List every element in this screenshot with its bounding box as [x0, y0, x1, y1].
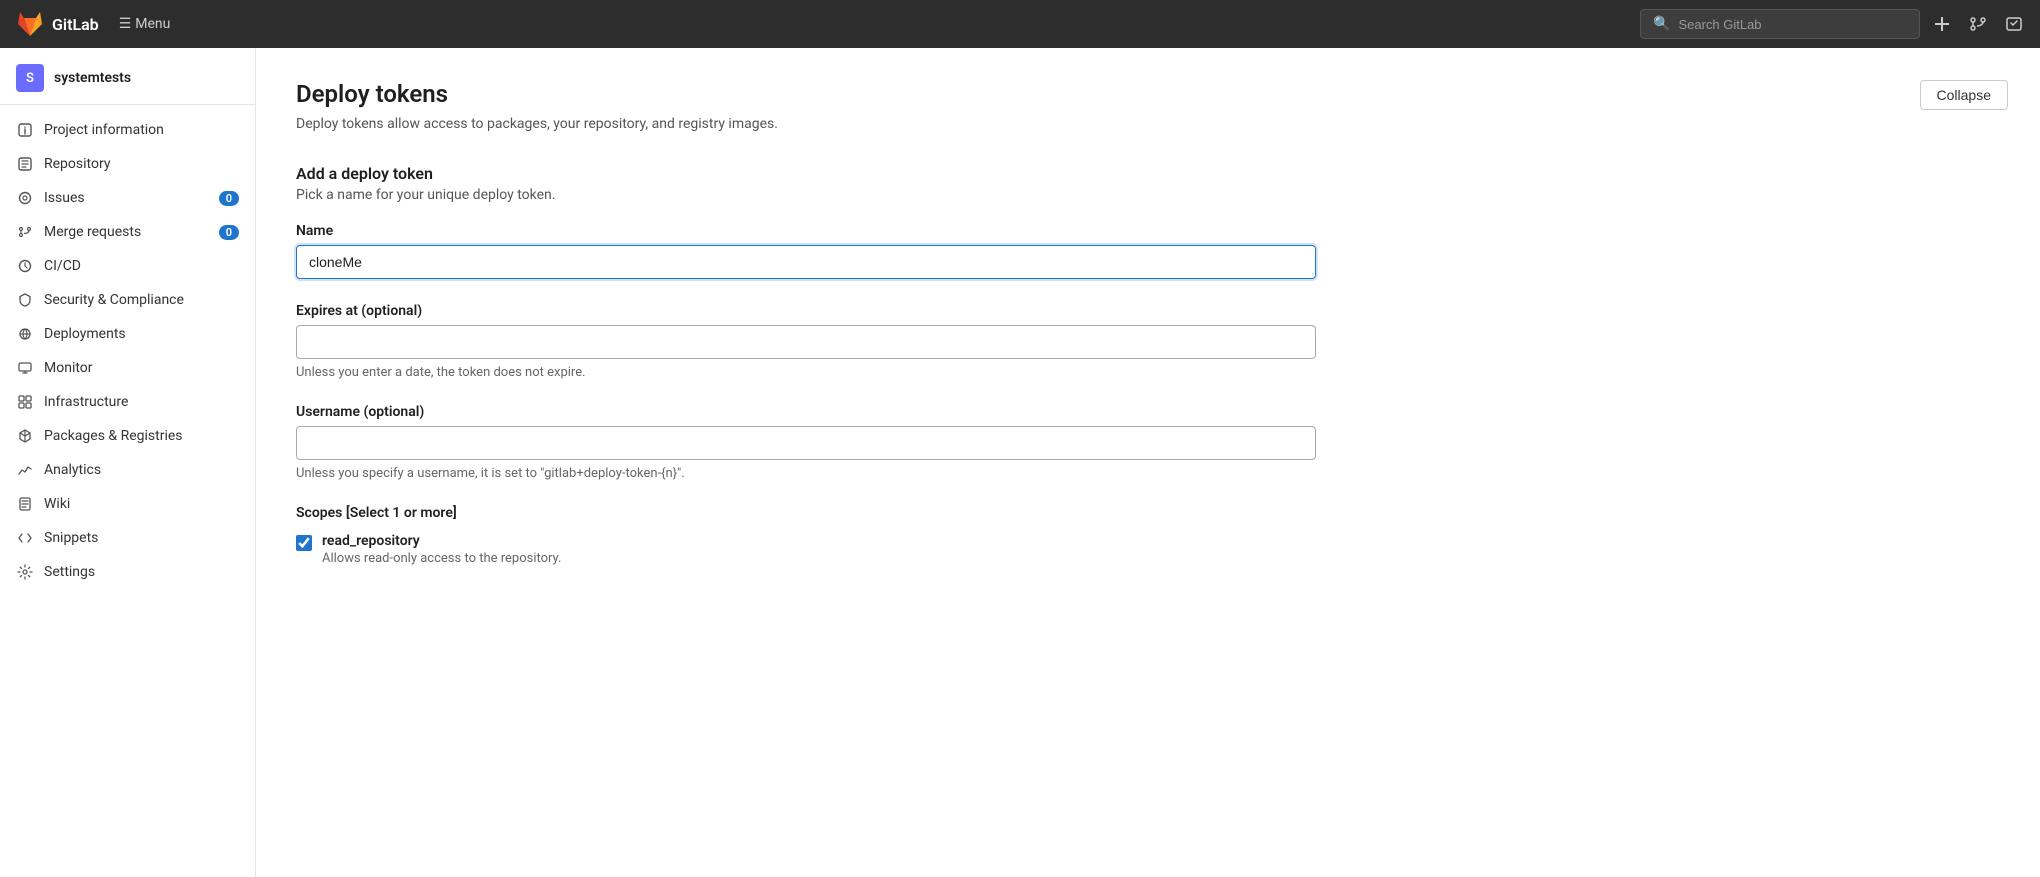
- sidebar-item-label: Settings: [44, 564, 95, 580]
- sidebar-item-cicd[interactable]: CI/CD: [0, 249, 255, 283]
- wiki-icon: [16, 495, 34, 513]
- sidebar-item-label: Security & Compliance: [44, 292, 184, 308]
- collapse-button[interactable]: Collapse: [1920, 80, 2008, 110]
- sidebar: S systemtests Project information Reposi…: [0, 48, 256, 877]
- sidebar-item-label: Repository: [44, 156, 110, 172]
- section-subtitle: Pick a name for your unique deploy token…: [296, 187, 2000, 203]
- gitlab-wordmark: GitLab: [52, 15, 99, 34]
- expires-hint: Unless you enter a date, the token does …: [296, 365, 2000, 380]
- cicd-icon: [16, 257, 34, 275]
- merge-requests-badge: 0: [219, 225, 239, 240]
- app-layout: S systemtests Project information Reposi…: [0, 48, 2040, 877]
- issues-badge: 0: [219, 191, 239, 206]
- issues-icon: [16, 189, 34, 207]
- name-input[interactable]: [296, 245, 1316, 279]
- section-title: Add a deploy token: [296, 164, 2000, 183]
- sidebar-item-label: Merge requests: [44, 224, 141, 240]
- security-icon: [16, 291, 34, 309]
- project-name: systemtests: [54, 70, 131, 86]
- hamburger-icon: ☰: [119, 16, 132, 32]
- expires-label: Expires at (optional): [296, 303, 2000, 319]
- project-information-icon: [16, 121, 34, 139]
- create-new-icon[interactable]: [1932, 14, 1952, 34]
- sidebar-item-label: Issues: [44, 190, 85, 206]
- menu-label: Menu: [135, 16, 170, 32]
- menu-toggle[interactable]: ☰ Menu: [119, 16, 171, 32]
- sidebar-item-label: Monitor: [44, 360, 93, 376]
- username-form-group: Username (optional) Unless you specify a…: [296, 404, 2000, 481]
- main-content: Collapse Deploy tokens Deploy tokens all…: [256, 48, 2040, 877]
- username-label: Username (optional): [296, 404, 2000, 420]
- scopes-title: Scopes [Select 1 or more]: [296, 505, 2000, 521]
- settings-icon: [16, 563, 34, 581]
- top-navigation: GitLab ☰ Menu 🔍: [0, 0, 2040, 48]
- page-subtitle: Deploy tokens allow access to packages, …: [296, 116, 2000, 132]
- topnav-actions: [1932, 14, 2024, 34]
- sidebar-item-label: CI/CD: [44, 258, 81, 274]
- username-hint: Unless you specify a username, it is set…: [296, 466, 2000, 481]
- name-label: Name: [296, 223, 2000, 239]
- repository-icon: [16, 155, 34, 173]
- sidebar-item-settings[interactable]: Settings: [0, 555, 255, 589]
- scope-item-read-repository: read_repository Allows read-only access …: [296, 533, 2000, 566]
- expires-form-group: Expires at (optional) Unless you enter a…: [296, 303, 2000, 380]
- scope-description: Allows read-only access to the repositor…: [322, 551, 561, 566]
- gitlab-logo[interactable]: GitLab: [16, 10, 99, 38]
- sidebar-item-label: Deployments: [44, 326, 126, 342]
- merge-request-icon[interactable]: [1968, 14, 1988, 34]
- todo-icon[interactable]: [2004, 14, 2024, 34]
- scopes-form-group: Scopes [Select 1 or more] read_repositor…: [296, 505, 2000, 566]
- sidebar-nav: Project information Repository Issues 0: [0, 105, 255, 597]
- sidebar-item-monitor[interactable]: Monitor: [0, 351, 255, 385]
- expires-input[interactable]: [296, 325, 1316, 359]
- scope-text: read_repository Allows read-only access …: [322, 533, 561, 566]
- username-input[interactable]: [296, 426, 1316, 460]
- packages-icon: [16, 427, 34, 445]
- sidebar-item-security-compliance[interactable]: Security & Compliance: [0, 283, 255, 317]
- merge-requests-icon: [16, 223, 34, 241]
- page-title: Deploy tokens: [296, 80, 2000, 108]
- sidebar-item-packages-registries[interactable]: Packages & Registries: [0, 419, 255, 453]
- sidebar-project-header: S systemtests: [0, 48, 255, 105]
- project-avatar: S: [16, 64, 44, 92]
- sidebar-item-label: Snippets: [44, 530, 98, 546]
- analytics-icon: [16, 461, 34, 479]
- sidebar-item-analytics[interactable]: Analytics: [0, 453, 255, 487]
- name-form-group: Name: [296, 223, 2000, 279]
- sidebar-item-issues[interactable]: Issues 0: [0, 181, 255, 215]
- deployments-icon: [16, 325, 34, 343]
- infrastructure-icon: [16, 393, 34, 411]
- sidebar-item-label: Packages & Registries: [44, 428, 183, 444]
- sidebar-item-snippets[interactable]: Snippets: [0, 521, 255, 555]
- search-bar[interactable]: 🔍: [1640, 9, 1920, 39]
- scope-label[interactable]: read_repository: [322, 533, 561, 549]
- monitor-icon: [16, 359, 34, 377]
- sidebar-item-label: Wiki: [44, 496, 70, 512]
- sidebar-item-deployments[interactable]: Deployments: [0, 317, 255, 351]
- read-repository-checkbox[interactable]: [296, 535, 312, 551]
- snippets-icon: [16, 529, 34, 547]
- search-input[interactable]: [1678, 17, 1907, 32]
- sidebar-item-project-information[interactable]: Project information: [0, 113, 255, 147]
- sidebar-item-infrastructure[interactable]: Infrastructure: [0, 385, 255, 419]
- search-icon: 🔍: [1653, 16, 1670, 32]
- sidebar-item-label: Analytics: [44, 462, 101, 478]
- sidebar-item-merge-requests[interactable]: Merge requests 0: [0, 215, 255, 249]
- sidebar-item-repository[interactable]: Repository: [0, 147, 255, 181]
- sidebar-item-wiki[interactable]: Wiki: [0, 487, 255, 521]
- sidebar-item-label: Infrastructure: [44, 394, 128, 410]
- sidebar-item-label: Project information: [44, 122, 164, 138]
